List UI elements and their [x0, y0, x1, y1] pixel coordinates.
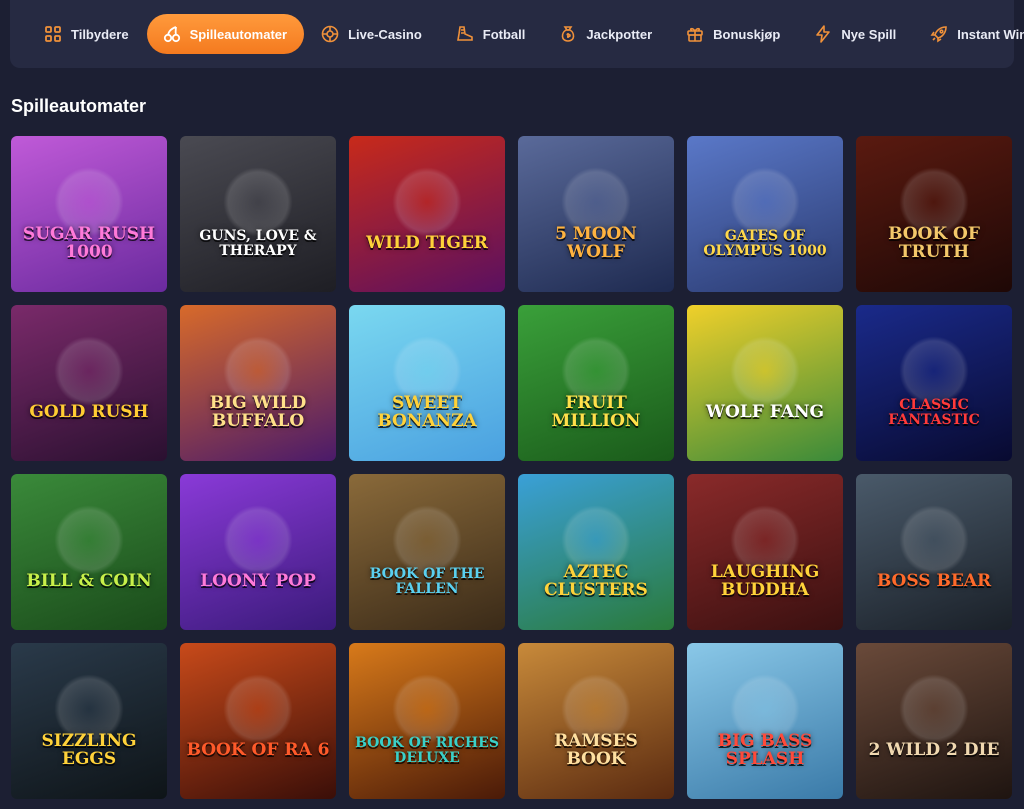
game-tile[interactable]: Wild Tiger [349, 136, 505, 292]
game-title: Book of the Fallen [369, 566, 485, 597]
game-artwork [223, 673, 293, 744]
game-title: Sizzling Eggs [41, 731, 137, 769]
game-artwork [899, 335, 969, 406]
game-tile[interactable]: 2 Wild 2 Die [856, 643, 1012, 799]
game-artwork [730, 166, 800, 237]
game-tile[interactable]: Loony Pop [180, 474, 336, 630]
game-tile[interactable]: Laughing Buddha [687, 474, 843, 630]
boot-icon [456, 25, 474, 43]
game-title: 2 Wild 2 Die [868, 740, 1000, 761]
game-title: 5 Moon Wolf [555, 224, 637, 262]
nav-tab-spilleautomater[interactable]: Spilleautomater [146, 14, 305, 54]
nav-tab-label: Nye Spill [841, 26, 897, 42]
game-tile[interactable]: Fruit Million [518, 305, 674, 461]
game-tile[interactable]: Book of Truth [856, 136, 1012, 292]
nav-tab-label: Fotball [482, 26, 526, 42]
nav-tab-label: Instant Win [957, 26, 1024, 42]
game-tile[interactable]: Gold Rush [11, 305, 167, 461]
game-title: Guns, Love & Therapy [199, 228, 317, 259]
gift-icon [686, 25, 704, 43]
nav-tab-label: Bonuskjøp [713, 26, 781, 42]
game-title: Book of Truth [888, 224, 980, 262]
game-artwork [392, 166, 462, 237]
game-artwork [54, 504, 124, 575]
nav-tab-live-casino[interactable]: Live-Casino [305, 14, 439, 54]
game-artwork [899, 504, 969, 575]
game-tile[interactable]: Sugar Rush 1000 [11, 136, 167, 292]
game-tile[interactable]: Big Wild Buffalo [180, 305, 336, 461]
game-grid: Sugar Rush 1000 Guns, Love & Therapy Wild … [11, 136, 1015, 799]
nav-tab-label: Live-Casino [348, 26, 422, 42]
grid-icon [44, 25, 62, 43]
game-tile[interactable]: Big Bass Splash [687, 643, 843, 799]
rocket-icon [930, 25, 948, 43]
section-title: Spilleautomater [11, 96, 147, 116]
nav-tab-label: Spilleautomater [189, 26, 288, 42]
game-tile[interactable]: Book of Ra 6 [180, 643, 336, 799]
cherries-icon [163, 25, 181, 43]
game-title: Boss Bear [876, 571, 992, 592]
nav-tab-nye-spill[interactable]: Nye Spill [798, 14, 913, 54]
game-artwork [223, 504, 293, 575]
game-tile[interactable]: Sizzling Eggs [11, 643, 167, 799]
lightning-icon [814, 25, 832, 43]
game-title: Sugar Rush 1000 [22, 224, 156, 262]
game-tile[interactable]: Boss Bear [856, 474, 1012, 630]
game-title: Wild Tiger [366, 233, 488, 254]
game-artwork [730, 335, 800, 406]
nav-tab-label: Tilbydere [71, 26, 129, 42]
game-tile[interactable]: Gates of Olympus 1000 [687, 136, 843, 292]
game-title: Book of Ra 6 [186, 740, 330, 761]
game-tile[interactable]: Wolf Fang [687, 305, 843, 461]
game-tile[interactable]: Aztec Clusters [518, 474, 674, 630]
game-title: Fruit Million [551, 393, 641, 431]
game-title: Gates of Olympus 1000 [703, 228, 827, 259]
category-nav: Tilbydere Spilleautomater Live-Casino Fotba… [10, 0, 1024, 68]
nav-tab-jackpotter[interactable]: Jackpotter [543, 14, 669, 54]
nav-tab-instant-win[interactable]: Instant Win [914, 14, 1024, 54]
game-tile[interactable]: Sweet Bonanza [349, 305, 505, 461]
game-artwork [899, 673, 969, 744]
game-title: Laughing Buddha [710, 562, 820, 600]
roulette-icon [321, 25, 339, 43]
game-tile[interactable]: Book of the Fallen [349, 474, 505, 630]
game-title: Ramses Book [554, 731, 638, 769]
game-title: Sweet Bonanza [377, 393, 477, 431]
money-bag-icon [559, 25, 577, 43]
nav-tab-fotball[interactable]: Fotball [440, 14, 543, 54]
game-tile[interactable]: Bill & Coin [11, 474, 167, 630]
game-title: Loony Pop [200, 571, 316, 592]
game-title: Aztec Clusters [544, 562, 648, 600]
game-artwork [392, 504, 462, 575]
game-tile[interactable]: Ramses Book [518, 643, 674, 799]
game-tile[interactable]: 5 Moon Wolf [518, 136, 674, 292]
game-title: Bill & Coin [26, 571, 152, 592]
game-tile[interactable]: Book of Riches Deluxe [349, 643, 505, 799]
nav-tab-bonuskj-p[interactable]: Bonuskjøp [670, 14, 797, 54]
nav-tab-label: Jackpotter [586, 26, 653, 42]
game-title: Gold Rush [29, 402, 149, 423]
game-title: Big Wild Buffalo [209, 393, 307, 431]
game-artwork [392, 673, 462, 744]
game-title: Big Bass Splash [717, 731, 813, 769]
game-tile[interactable]: Guns, Love & Therapy [180, 136, 336, 292]
game-tile[interactable]: Classic Fantastic [856, 305, 1012, 461]
nav-tab-tilbydere[interactable]: Tilbydere [28, 14, 146, 54]
game-title: Wolf Fang [705, 402, 825, 423]
game-title: Classic Fantastic [888, 397, 980, 428]
game-title: Book of Riches Deluxe [355, 735, 499, 766]
game-artwork [54, 335, 124, 406]
game-artwork [223, 166, 293, 237]
